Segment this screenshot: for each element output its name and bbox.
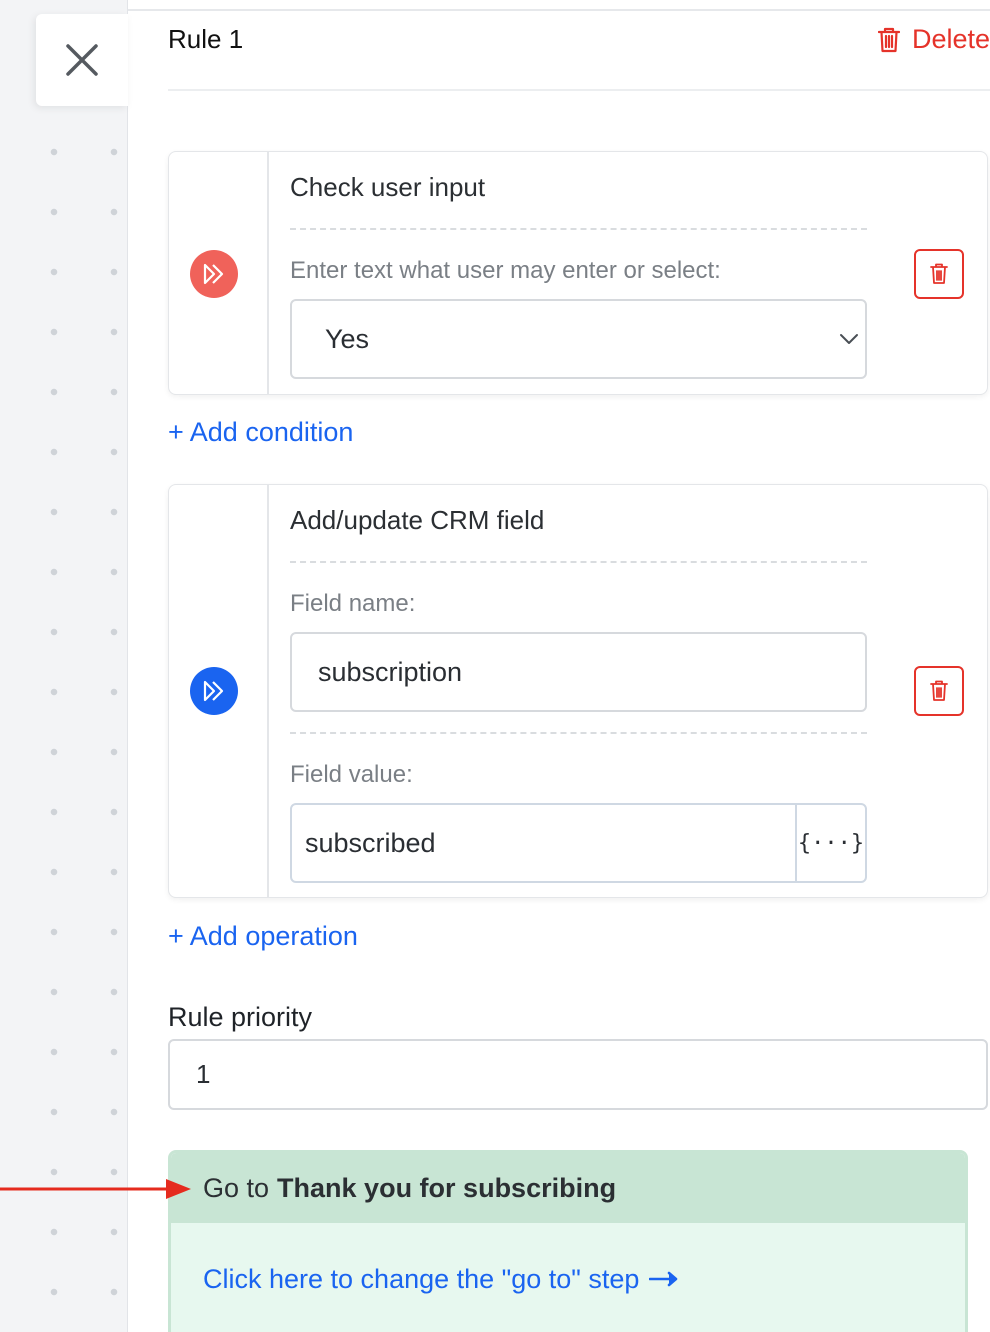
- rule-priority-label: Rule priority: [168, 1002, 313, 1032]
- canvas-background: [0, 0, 128, 1332]
- trash-icon: [930, 263, 948, 284]
- delete-label: Delete: [911, 24, 990, 54]
- dashed-divider: [290, 732, 867, 734]
- field-name-label: Field name:: [290, 590, 416, 617]
- condition-card: Check user input Enter text what user ma…: [168, 151, 988, 395]
- operation-title: Add/update CRM field: [290, 505, 545, 535]
- condition-body: Check user input Enter text what user ma…: [290, 152, 867, 396]
- fast-forward-icon: [203, 263, 224, 285]
- condition-select[interactable]: Yes: [290, 299, 867, 379]
- goto-card: Go to Thank you for subscribing Click he…: [168, 1150, 968, 1332]
- arrow-right-icon: [649, 1271, 678, 1287]
- trash-icon: [930, 680, 948, 701]
- add-condition-link[interactable]: + Add condition: [168, 417, 353, 448]
- operation-body: Add/update CRM field Field name: subscri…: [290, 485, 867, 899]
- add-operation-link[interactable]: + Add operation: [168, 921, 358, 952]
- condition-title: Check user input: [290, 172, 486, 202]
- field-value-input[interactable]: subscribed: [292, 805, 795, 881]
- pointer-arrow-annotation: [0, 1179, 191, 1199]
- selected-value: Yes: [325, 323, 370, 354]
- card-rail: [169, 152, 269, 394]
- trash-icon: [877, 27, 900, 52]
- field-value-group: subscribed {···}: [290, 803, 867, 883]
- delete-rule-button[interactable]: Delete: [877, 24, 990, 55]
- dashed-divider: [290, 561, 867, 563]
- delete-operation-button[interactable]: [914, 666, 964, 716]
- rule-priority-input[interactable]: 1: [168, 1039, 988, 1110]
- dashed-divider: [290, 228, 867, 230]
- fast-forward-icon: [203, 680, 224, 702]
- goto-prefix: Go to: [203, 1172, 270, 1203]
- field-name-input[interactable]: subscription: [290, 632, 867, 712]
- condition-icon: [190, 250, 238, 298]
- operation-card: Add/update CRM field Field name: subscri…: [168, 484, 988, 898]
- field-value-label: Field value:: [290, 761, 413, 788]
- operation-icon: [190, 667, 238, 715]
- change-goto-label: Click here to change the "go to" step: [203, 1263, 640, 1294]
- delete-condition-button[interactable]: [914, 249, 964, 299]
- close-icon: [66, 44, 98, 76]
- condition-label: Enter text what user may enter or select…: [290, 257, 721, 284]
- goto-body: Click here to change the "go to" step: [171, 1223, 965, 1332]
- variable-picker-button[interactable]: {···}: [795, 805, 865, 881]
- card-rail: [169, 485, 269, 897]
- rule-panel: Rule 1 Delete Check user input Enter tex…: [168, 0, 990, 1332]
- change-goto-link[interactable]: Click here to change the "go to" step: [203, 1264, 679, 1295]
- rule-title: Rule 1: [168, 24, 244, 54]
- close-button[interactable]: [36, 14, 128, 106]
- header-divider: [168, 89, 990, 91]
- goto-step-name: Thank you for subscribing: [277, 1172, 617, 1203]
- goto-header: Go to Thank you for subscribing: [171, 1153, 965, 1223]
- chevron-down-icon: [840, 334, 858, 344]
